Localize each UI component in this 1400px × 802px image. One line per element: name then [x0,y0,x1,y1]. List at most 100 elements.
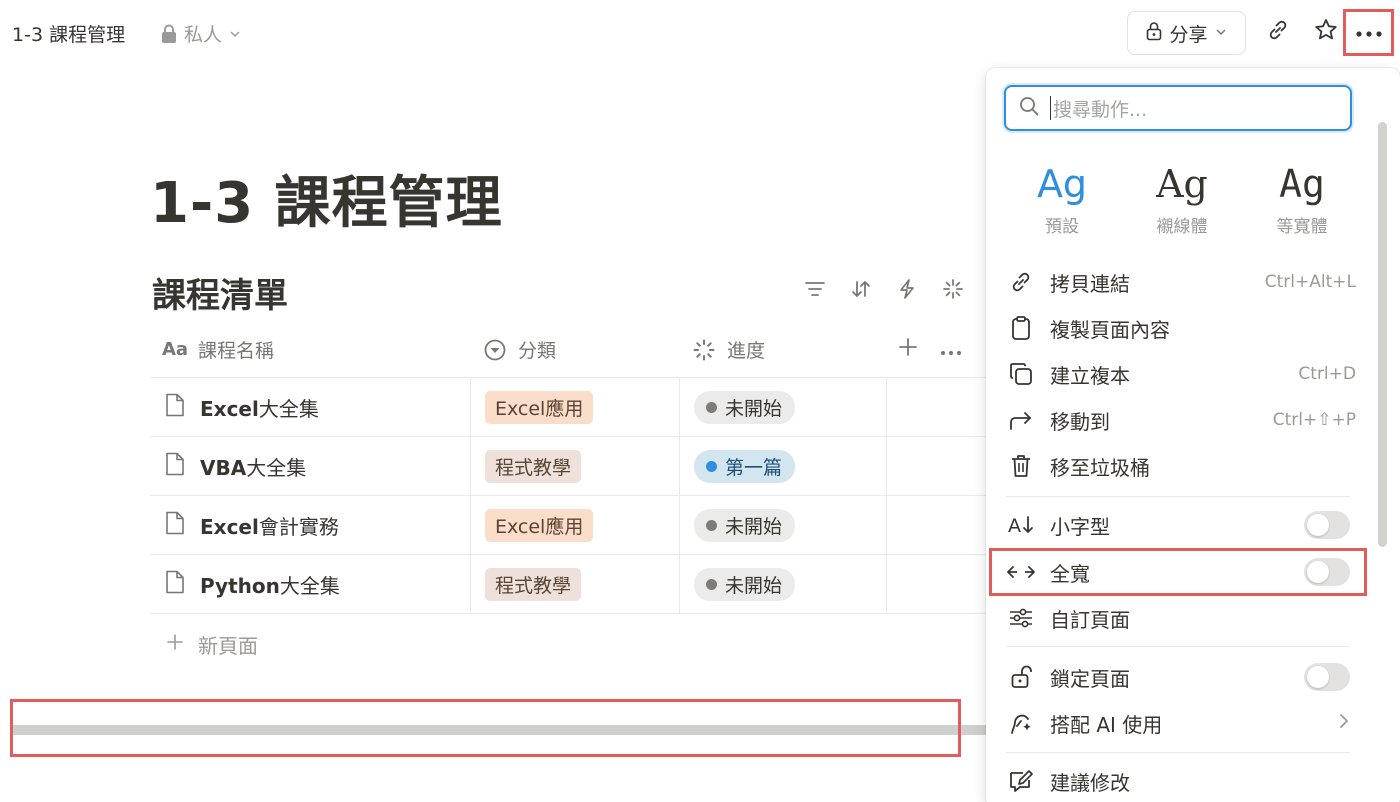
header-name-label: 課程名稱 [198,340,275,362]
cell-category[interactable]: 程式教學 [470,437,679,495]
menu-item-duplicate[interactable]: 建立複本 Ctrl+D [986,351,1370,397]
lock-icon [1145,21,1163,46]
cell-name[interactable]: Excel大全集 [150,378,470,436]
table-row[interactable]: Excel會計實務 Excel應用 未開始 [150,496,990,555]
menu-item-move-to[interactable]: 移動到 Ctrl+⇧+P [986,397,1370,443]
header-progress-label: 進度 [727,340,766,362]
table-row[interactable]: VBA大全集 程式教學 第一篇 [150,437,990,496]
font-option-serif[interactable]: Ag 襯線體 [1124,158,1240,237]
new-page-label: 新頁面 [198,633,258,658]
cell-name[interactable]: VBA大全集 [150,437,470,495]
share-button[interactable]: 分享 [1127,11,1246,55]
cell-category[interactable]: 程式教學 [470,555,679,613]
header-progress[interactable]: 進度 [679,322,886,377]
share-label: 分享 [1169,23,1208,46]
cell-category[interactable]: Excel應用 [470,496,679,554]
font-style-picker: Ag 預設 Ag 襯線體 Ag 等寬體 [1004,158,1360,237]
more-horizontal-icon[interactable] [940,339,962,361]
privacy-label: 私人 [184,24,223,46]
category-tag: Excel應用 [485,390,594,424]
full-width-highlight-box [989,548,1367,596]
cell-progress[interactable]: 未開始 [679,378,886,436]
menu-search-input[interactable]: 搜尋動作... [1004,85,1352,131]
menu-scrollbar[interactable] [1378,122,1387,547]
cell-name[interactable]: Excel會計實務 [150,496,470,554]
menu-item-customize[interactable]: 自訂頁面 [986,595,1370,641]
menu-divider [1006,752,1350,753]
sliders-icon [1006,603,1036,633]
select-property-icon [482,337,508,363]
course-name: Excel會計實務 [200,511,339,540]
header-category[interactable]: 分類 [470,322,679,377]
menu-label: 移至垃圾桶 [1050,455,1150,480]
cell-empty[interactable] [886,555,990,613]
database-title[interactable]: 課程清單 [152,268,288,317]
status-badge: 未開始 [694,390,796,424]
menu-item-trash[interactable]: 移至垃圾桶 [986,443,1370,489]
menu-label: 自訂頁面 [1050,607,1130,632]
page-title[interactable]: 1-3 課程管理 [150,158,503,239]
menu-shortcut: Ctrl+D [1298,364,1356,384]
search-icon [1018,95,1040,122]
more-options-button[interactable] [1343,9,1394,56]
chevron-down-icon [228,27,242,41]
automation-button[interactable] [892,276,922,306]
status-label: 未開始 [725,397,783,420]
header-category-label: 分類 [518,340,557,362]
status-label: 未開始 [725,574,783,597]
sort-button[interactable] [846,276,876,306]
new-page-button[interactable]: 新頁面 [150,614,990,674]
table-header: Aa 課程名稱 分類 進度 [150,322,990,378]
course-table: Aa 課程名稱 分類 進度 Excel大全集 Excel應用 未開始 VBA大全集 程式… [150,322,990,674]
menu-label: 搭配 AI 使用 [1050,712,1163,737]
filter-button[interactable] [800,276,830,306]
menu-item-small-text[interactable]: A 小字型 [986,502,1370,548]
menu-divider [1006,496,1350,497]
menu-item-lock[interactable]: 鎖定頁面 [986,654,1370,700]
lock-toggle[interactable] [1304,663,1350,691]
small-text-toggle[interactable] [1304,511,1350,539]
status-dot [706,578,717,590]
cell-progress[interactable]: 未開始 [679,496,886,554]
cell-empty[interactable] [886,378,990,436]
status-label: 第一篇 [725,456,783,479]
cell-empty[interactable] [886,437,990,495]
menu-divider [1006,646,1350,647]
header-name[interactable]: Aa 課程名稱 [150,322,470,377]
menu-label: 鎖定頁面 [1050,666,1130,691]
duplicate-icon [1006,359,1036,389]
cell-progress[interactable]: 第一篇 [679,437,886,495]
add-property-button[interactable] [898,337,918,362]
font-label-mono: 等寬體 [1276,217,1328,237]
font-sample-default: Ag [1036,162,1088,206]
favorite-button[interactable] [1308,14,1344,50]
star-icon [1313,17,1339,47]
cell-progress[interactable]: 未開始 [679,555,886,613]
plus-icon [166,632,184,656]
category-tag: 程式教學 [485,449,582,483]
menu-label: 建立複本 [1050,363,1130,388]
ai-autofill-button[interactable] [938,276,968,306]
cell-category[interactable]: Excel應用 [470,378,679,436]
course-name-rest: 大全集 [258,396,319,421]
menu-label: 複製頁面內容 [1050,317,1170,342]
menu-item-ai[interactable]: 搭配 AI 使用 [986,700,1370,746]
chevron-down-icon [1214,22,1228,44]
small-text-icon: A [1006,510,1036,540]
table-row[interactable]: Excel大全集 Excel應用 未開始 [150,378,990,437]
menu-item-copy-link[interactable]: 拷貝連結 Ctrl+Alt+L [986,259,1370,305]
menu-item-suggest[interactable]: 建議修改 [986,758,1370,802]
link-icon [1006,267,1036,297]
table-row[interactable]: Python大全集 程式教學 未開始 [150,555,990,614]
font-option-mono[interactable]: Ag 等寬體 [1244,158,1360,237]
link-icon [1265,17,1291,47]
font-option-default[interactable]: Ag 預設 [1004,158,1120,237]
lock-icon [160,24,178,44]
cell-empty[interactable] [886,496,990,554]
menu-item-copy-content[interactable]: 複製頁面內容 [986,305,1370,351]
breadcrumb-title[interactable]: 1-3 課程管理 [12,20,125,47]
privacy-selector[interactable]: 私人 [160,20,242,47]
cell-name[interactable]: Python大全集 [150,555,470,613]
lightning-icon [898,278,916,304]
copy-link-button[interactable] [1260,14,1296,50]
